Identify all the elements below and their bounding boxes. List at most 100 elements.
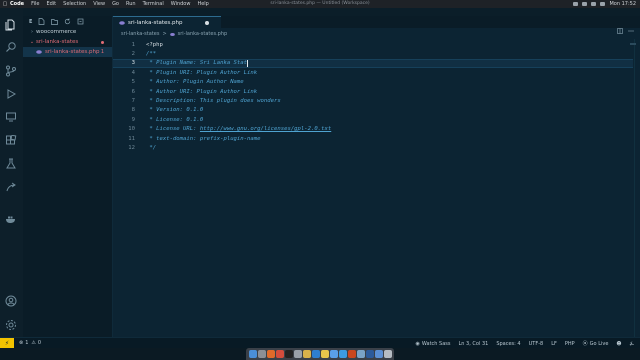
indentation-setting[interactable]: Spaces: 4 [496, 341, 520, 347]
explorer-collapse-chevron-icon[interactable]: E [29, 19, 32, 25]
new-folder-icon[interactable] [51, 18, 59, 25]
code-line-active[interactable]: 3 * Plugin Name: Sri Lanka Stat [113, 58, 633, 69]
menu-window[interactable]: Window [171, 0, 191, 8]
language-mode[interactable]: PHP [565, 341, 575, 347]
gear-icon[interactable] [5, 319, 17, 331]
code-line[interactable]: 2 /** [113, 49, 633, 58]
firefox-icon[interactable] [266, 350, 275, 358]
menu-file[interactable]: File [31, 0, 39, 8]
battery-icon[interactable] [582, 2, 588, 6]
folder-icon[interactable] [374, 350, 383, 358]
code-line[interactable]: 7 * Description: This plugin does wonder… [113, 96, 633, 105]
preview-icon[interactable] [356, 350, 365, 358]
problems-indicator[interactable]: ⊗ 1 ⚠ 0 [19, 340, 41, 346]
code-line[interactable]: 6 * Author URI: Plugin Author Link [113, 87, 633, 96]
apple-icon[interactable]:  [0, 0, 10, 8]
menu-view[interactable]: View [93, 0, 105, 8]
code-line[interactable]: 8 * Version: 0.1.0 [113, 106, 633, 115]
error-dot-indicator [101, 40, 104, 44]
explorer-icon[interactable] [5, 19, 17, 31]
safari-icon[interactable] [338, 350, 347, 358]
remote-explorer-icon[interactable] [5, 111, 17, 123]
source-control-icon[interactable] [5, 65, 17, 77]
launchpad-icon[interactable] [257, 350, 266, 358]
accounts-icon[interactable] [5, 295, 17, 307]
menu-help[interactable]: Help [197, 0, 208, 8]
photos-icon[interactable] [302, 350, 311, 358]
new-file-icon[interactable] [38, 18, 45, 25]
extensions-icon[interactable] [5, 135, 17, 147]
photoshop-icon[interactable] [365, 350, 374, 358]
menu-go[interactable]: Go [112, 0, 119, 8]
line-number: 11 [128, 135, 135, 142]
live-share-icon[interactable] [5, 182, 17, 194]
split-editor-icon[interactable] [617, 19, 623, 34]
chevron-right-icon: › [31, 29, 33, 35]
collapse-all-icon[interactable] [77, 18, 84, 25]
watch-sass-button[interactable]: ◉ Watch Sass [416, 341, 451, 347]
menu-terminal[interactable]: Terminal [143, 0, 164, 8]
code-line[interactable]: 11 * text-domain: prefix-plugin-name [113, 134, 633, 143]
warning-count-value: 0 [37, 340, 42, 346]
mail-icon[interactable] [329, 350, 338, 358]
menu-app-name[interactable]: Code [10, 0, 24, 8]
problem-count-badge: 1 [100, 49, 104, 55]
remote-indicator-button[interactable]: ⚡ [0, 337, 14, 349]
cursor-position[interactable]: Ln 3, Col 31 [459, 341, 489, 347]
window-titlebar [0, 8, 640, 16]
scrollbar-cursor-marker [630, 43, 636, 45]
illustrator-icon[interactable] [347, 350, 356, 358]
tree-file-sri-lanka-states-php[interactable]: sri-lanka-states.php 1 [23, 47, 112, 57]
notes-icon[interactable] [320, 350, 329, 358]
run-debug-icon[interactable] [5, 88, 17, 100]
finder-icon[interactable] [248, 350, 257, 358]
code-line[interactable]: 5 * Author: Plugin Author Name [113, 78, 633, 87]
menu-run[interactable]: Run [126, 0, 136, 8]
tree-folder-sri-lanka-states[interactable]: ⌄ sri-lanka-states [23, 37, 112, 47]
feedback-icon[interactable]: ☻ [616, 341, 621, 347]
menu-edit[interactable]: Edit [46, 0, 56, 8]
docker-icon[interactable] [5, 213, 17, 225]
control-center-icon[interactable] [600, 2, 606, 6]
code-text: * Plugin Name: Sri Lanka Stat [146, 60, 248, 67]
search-icon[interactable] [591, 2, 597, 6]
code-line[interactable]: 10 * License URL: http://www.gnu.org/lic… [113, 125, 633, 134]
go-live-button[interactable]: ⦿ Go Live [583, 340, 609, 348]
refresh-icon[interactable] [64, 18, 71, 25]
tree-folder-woocommerce[interactable]: › woocommerce [23, 27, 112, 37]
eol-setting[interactable]: LF [551, 341, 557, 347]
more-actions-icon[interactable] [628, 19, 634, 32]
vscode-icon[interactable] [311, 350, 320, 358]
line-number: 2 [131, 51, 135, 58]
breadcrumb-folder[interactable]: sri-lanka-states [121, 31, 159, 37]
code-editor[interactable]: 1 <?php 2 /** 3 * Plugin Name: Sri Lanka… [113, 39, 640, 337]
breadcrumb-file[interactable]: sri-lanka-states.php [178, 31, 228, 37]
line-number: 6 [131, 88, 135, 95]
trash-icon[interactable] [383, 350, 392, 358]
tree-item-label: woocommerce [36, 29, 77, 35]
editor-scrollbar[interactable] [630, 39, 640, 337]
settings-icon[interactable] [293, 350, 302, 358]
testing-icon[interactable] [5, 158, 17, 170]
terminal-icon[interactable] [284, 350, 293, 358]
code-line[interactable]: 12 */ [113, 143, 633, 152]
explorer-toolbar: E [23, 16, 112, 27]
encoding-setting[interactable]: UTF-8 [529, 341, 544, 347]
unsaved-dot-icon[interactable] [205, 20, 209, 25]
menubar-status-area: Mon 17:52 [573, 0, 636, 8]
chrome-icon[interactable] [275, 350, 284, 358]
php-file-icon [169, 32, 175, 37]
menubar-clock[interactable]: Mon 17:52 [609, 0, 636, 8]
wifi-icon[interactable] [573, 2, 579, 6]
code-line[interactable]: 4 * Plugin URI: Plugin Author Link [113, 68, 633, 77]
code-line[interactable]: 9 * License: 0.1.0 [113, 115, 633, 124]
code-text: * License URL: [146, 126, 200, 133]
menu-selection[interactable]: Selection [63, 0, 86, 8]
license-url-link[interactable]: http://www.gnu.org/licenses/gpl-2.0.txt [200, 126, 331, 132]
notifications-bell-icon[interactable]: ⍼ [630, 341, 634, 347]
tab-sri-lanka-states-php[interactable]: sri-lanka-states.php [113, 16, 221, 28]
code-line[interactable]: 1 <?php [113, 40, 633, 49]
breadcrumb: sri-lanka-states > sri-lanka-states.php [113, 29, 227, 39]
search-icon[interactable] [5, 41, 17, 53]
code-text: * Version: 0.1.0 [146, 107, 204, 114]
